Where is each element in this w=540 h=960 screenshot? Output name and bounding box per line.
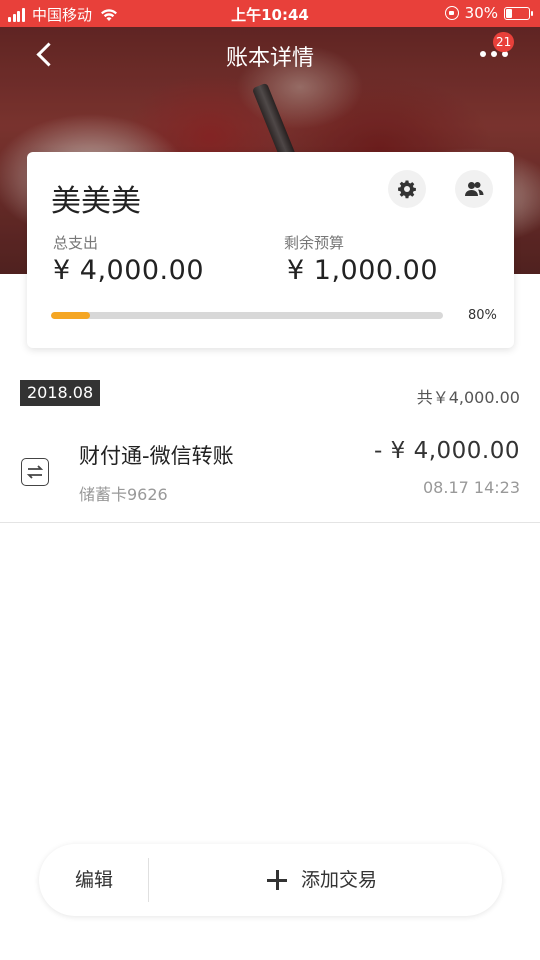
- book-members-button[interactable]: [455, 170, 493, 208]
- notification-badge: 21: [493, 32, 515, 52]
- transaction-amount: - ¥ 4,000.00: [374, 438, 520, 464]
- total-spend-label: 总支出: [53, 234, 99, 252]
- battery-percent: 30%: [464, 4, 498, 22]
- gear-icon: [398, 180, 416, 199]
- battery-icon: [504, 6, 533, 20]
- page-title: 账本详情: [225, 46, 314, 71]
- total-spend-value: ¥ 4,000.00: [53, 255, 204, 286]
- edit-button[interactable]: 编辑: [39, 844, 149, 916]
- add-transaction-button[interactable]: 添加交易: [149, 844, 502, 916]
- book-name: 美美美: [51, 184, 141, 219]
- transaction-time: 08.17 14:23: [423, 478, 520, 497]
- list-divider: [0, 522, 540, 523]
- month-label: 2018.08: [20, 380, 101, 406]
- rotation-lock-icon: [444, 6, 459, 20]
- add-transaction-label: 添加交易: [301, 869, 378, 891]
- transaction-title: 财付通-微信转账: [79, 444, 234, 468]
- status-right: 30%: [444, 4, 533, 22]
- budget-progress-percent: 80%: [468, 308, 497, 323]
- book-settings-button[interactable]: [388, 170, 426, 208]
- book-summary-card: 美美美 总支出 ¥ 4,000.00 剩余预算 ¥ 1,000.00 80%: [27, 152, 514, 348]
- transaction-account: 储蓄卡9626: [79, 485, 168, 504]
- remaining-budget-label: 剩余预算: [284, 234, 345, 252]
- budget-progress-fill: [51, 312, 91, 319]
- transfer-icon: [21, 458, 49, 486]
- budget-progress-bar: [51, 312, 443, 319]
- plus-icon: [267, 870, 287, 890]
- transaction-row[interactable]: 财付通-微信转账 储蓄卡9626 - ¥ 4,000.00 08.17 14:2…: [0, 422, 540, 522]
- month-total: 共￥4,000.00: [416, 388, 520, 407]
- bottom-action-bar: 编辑 添加交易: [39, 844, 502, 916]
- status-bar: 中国移动 上午10:44 30%: [0, 0, 540, 27]
- remaining-budget-value: ¥ 1,000.00: [287, 255, 438, 286]
- members-icon: [465, 182, 484, 196]
